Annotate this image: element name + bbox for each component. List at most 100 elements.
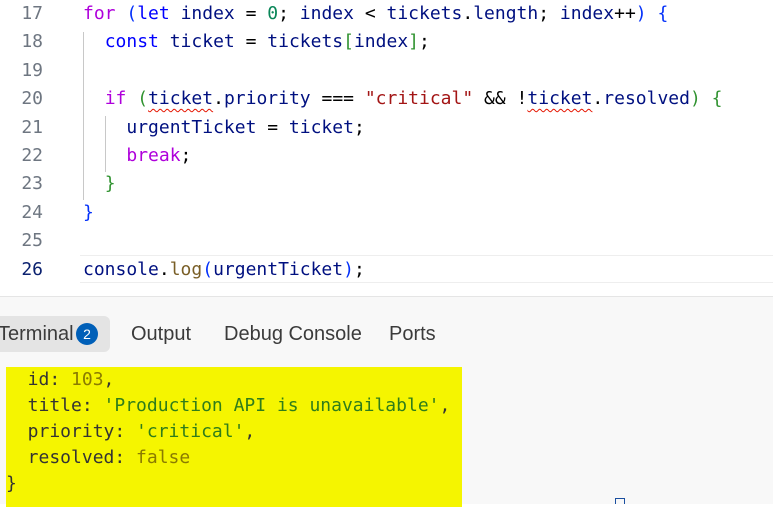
code-token: (	[126, 3, 138, 24]
code-token: ticket	[288, 116, 354, 138]
code-token: ticket	[148, 88, 214, 110]
panel-tabs: Terminal 2 Output Debug Console Ports	[0, 297, 773, 357]
terminal-token: id:	[6, 369, 72, 390]
code-token: urgentTicket	[213, 258, 344, 280]
tab-output[interactable]: Output	[131, 316, 191, 352]
terminal-output[interactable]: id: 103, title: 'Production API is unava…	[6, 367, 462, 507]
code-token: )	[635, 3, 647, 24]
terminal-token: false	[136, 447, 191, 468]
code-text: }	[83, 170, 116, 198]
code-token: =	[234, 3, 268, 24]
code-token: ;	[419, 31, 430, 53]
code-token: .	[462, 3, 474, 24]
terminal-line: title: 'Production API is unavailable',	[6, 393, 451, 419]
code-token: =	[234, 31, 268, 53]
code-token: log	[169, 258, 203, 280]
code-token: ===	[310, 88, 365, 110]
code-token: ticket	[527, 88, 593, 110]
code-token: .	[213, 88, 224, 110]
terminal-line: resolved: false	[6, 445, 191, 471]
code-token: =	[256, 116, 289, 138]
code-text: const ticket = tickets[index];	[83, 28, 430, 56]
line-number: 25	[21, 230, 43, 252]
terminal-token: ,	[439, 395, 451, 416]
code-token: const	[104, 31, 159, 53]
code-text: console.log(urgentTicket);	[83, 256, 365, 284]
line-number: 20	[21, 88, 43, 110]
code-editor[interactable]: 17 for (let index = 0; index < tickets.le…	[0, 0, 773, 296]
terminal-line: priority: 'critical',	[6, 419, 256, 445]
code-token: [	[343, 31, 354, 53]
line-number: 21	[21, 116, 43, 138]
terminal-token: title:	[6, 395, 104, 416]
code-token: index	[299, 3, 354, 24]
tab-ports[interactable]: Ports	[389, 316, 436, 352]
code-token: urgentTicket	[126, 116, 257, 138]
code-token: ticket	[169, 31, 235, 53]
terminal-line: }	[6, 471, 17, 497]
line-number: 24	[21, 201, 43, 223]
code-token: ]	[408, 31, 419, 53]
code-token: 0	[267, 3, 279, 24]
code-token: }	[83, 201, 94, 223]
code-token: if	[104, 88, 127, 110]
code-line[interactable]: 19	[0, 57, 773, 85]
code-token: )	[343, 258, 354, 280]
tab-terminal-label: Terminal	[0, 323, 74, 345]
code-token: console	[83, 258, 159, 280]
code-line[interactable]: 18 const ticket = tickets[index];	[0, 28, 773, 56]
code-line[interactable]: 22 break;	[0, 142, 773, 170]
code-token: ;	[180, 145, 192, 166]
code-token: index	[353, 31, 409, 53]
terminal-cursor	[615, 498, 625, 504]
code-token: }	[104, 173, 116, 195]
code-text: }	[83, 199, 94, 227]
code-token: length	[473, 3, 539, 24]
code-line[interactable]: 20 if (ticket.priority === "critical" &&…	[0, 85, 773, 113]
terminal-token: ,	[244, 421, 256, 442]
line-number: 23	[21, 173, 43, 195]
code-token: ++	[614, 3, 636, 24]
code-token: index	[180, 3, 235, 24]
code-token: ;	[353, 258, 365, 280]
code-token: resolved	[603, 88, 690, 110]
line-number: 18	[21, 31, 43, 53]
code-token: for	[83, 3, 116, 24]
code-token: )	[689, 88, 701, 110]
code-token: ;	[353, 116, 365, 138]
code-token: && !	[473, 88, 528, 110]
terminal-token: ,	[103, 369, 115, 390]
code-token: ;	[278, 3, 300, 24]
tab-debug-console[interactable]: Debug Console	[224, 316, 362, 352]
terminal-count-badge: 2	[76, 323, 98, 345]
code-line[interactable]: 21 urgentTicket = ticket;	[0, 114, 773, 142]
line-number: 19	[21, 59, 43, 81]
code-text: break;	[83, 142, 191, 170]
tab-terminal[interactable]: Terminal 2	[0, 316, 110, 352]
code-line[interactable]: 23 }	[0, 170, 773, 198]
code-token: (	[137, 88, 149, 110]
terminal-token: 'Production API is unavailable'	[103, 395, 440, 416]
code-text: urgentTicket = ticket;	[83, 114, 365, 142]
code-token: break	[126, 145, 181, 166]
code-token: {	[657, 3, 669, 24]
terminal-line: id: 103,	[6, 367, 115, 393]
terminal-token: resolved:	[6, 447, 137, 468]
code-line[interactable]: 17 for (let index = 0; index < tickets.le…	[0, 0, 773, 28]
code-line[interactable]: 25	[0, 227, 773, 255]
code-line[interactable]: 24}	[0, 199, 773, 227]
code-text: if (ticket.priority === "critical" && !t…	[83, 85, 723, 113]
terminal-token: }	[6, 473, 17, 494]
code-token: tickets	[267, 31, 344, 53]
line-number: 26	[21, 258, 43, 280]
code-line[interactable]: 26 console.log(urgentTicket);	[0, 256, 773, 284]
